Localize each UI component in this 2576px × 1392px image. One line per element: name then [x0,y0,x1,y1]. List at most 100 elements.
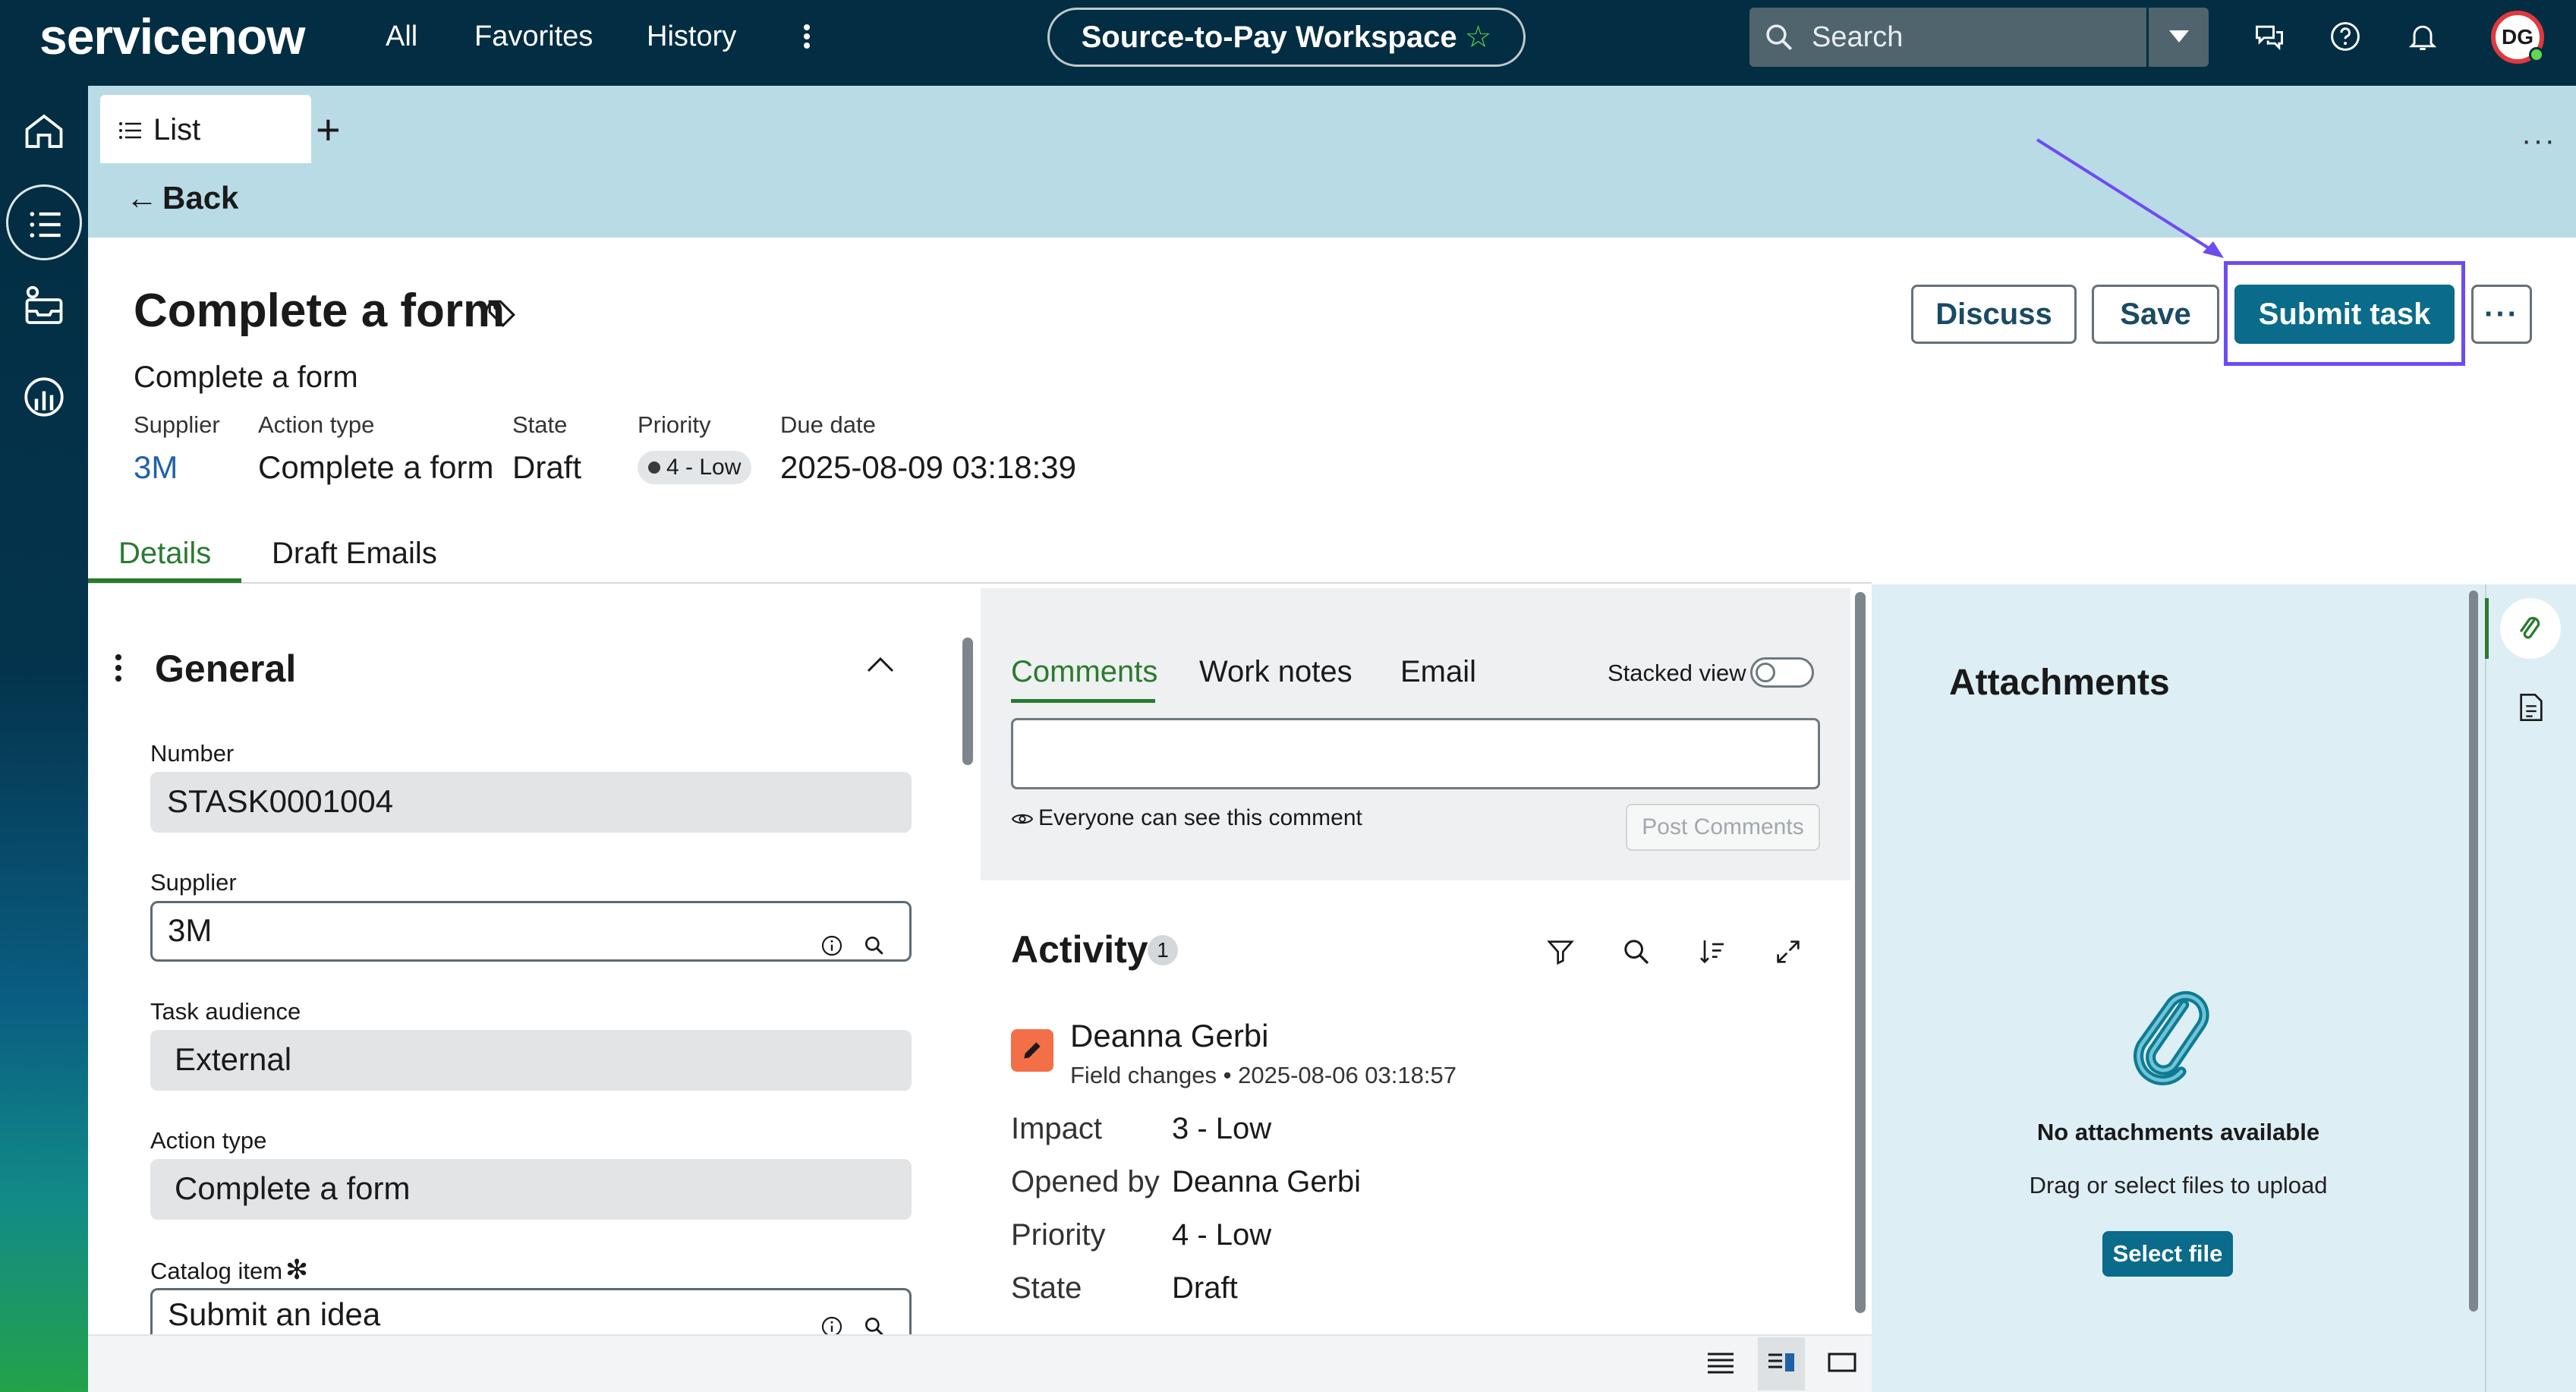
global-search[interactable]: Search [1749,8,2209,67]
tab-work-notes[interactable]: Work notes [1199,653,1353,691]
nav-all[interactable]: All [386,18,417,55]
top-bar: servicenow All Favorites History Source-… [0,0,2576,86]
info-icon[interactable] [820,934,844,958]
tab-comments[interactable]: Comments [1011,653,1157,691]
tab-email[interactable]: Email [1400,653,1476,691]
drag-hint-text: Drag or select files to upload [2029,1172,2328,1198]
search-icon[interactable] [1621,937,1652,967]
supplier-link[interactable]: 3M [134,448,220,487]
catalog-item-value: Submit an idea [168,1296,381,1332]
select-file-button[interactable]: Select file [2102,1231,2233,1277]
add-tab-icon[interactable]: + [316,109,341,151]
list-view-icon[interactable] [1706,1351,1735,1374]
nav-favorites[interactable]: Favorites [474,18,593,55]
tab-list[interactable]: List [100,95,311,163]
form-scrollbar[interactable] [962,638,973,765]
star-icon[interactable]: ☆ [1465,20,1492,54]
split-view-icon[interactable] [1767,1351,1796,1374]
meta-supplier: Supplier 3M [134,410,220,487]
post-comments-button[interactable]: Post Comments [1626,804,1820,851]
nav-history[interactable]: History [647,18,736,55]
tag-icon[interactable] [486,298,518,329]
action-type-field[interactable]: Complete a form [150,1159,912,1220]
list-icon [30,212,61,238]
search-placeholder: Search [1812,21,1904,53]
sort-icon[interactable] [1697,937,1727,967]
workspace-switcher[interactable]: Source-to-Pay Workspace ☆ [1047,8,1526,67]
supplier-field[interactable]: 3M [150,901,912,962]
meta-state: State Draft [512,410,581,487]
activity-count-badge: 1 [1148,935,1178,965]
filter-icon[interactable] [1545,937,1576,967]
arrow-left-icon: ← [126,180,158,216]
more-options-icon[interactable]: ··· [2521,124,2556,158]
tab-divider [88,582,1872,584]
change-field: Impact [1011,1112,1103,1145]
priority-value: 4 - Low [666,455,742,480]
tab-details[interactable]: Details [118,534,211,572]
more-nav-icon[interactable] [797,21,817,52]
workspace-name: Source-to-Pay Workspace [1081,20,1457,54]
submit-highlight-box [2224,261,2465,366]
action-type-value: Complete a form [175,1170,411,1206]
list-icon [119,122,141,139]
chevron-up-icon[interactable] [865,654,896,674]
supplier-value: 3M [168,912,213,948]
active-tab-indicator [88,578,241,583]
help-icon[interactable] [2329,20,2362,53]
change-value: 4 - Low [1172,1218,1272,1252]
meta-due-date: Due date 2025-08-09 03:18:39 [780,410,1076,487]
activity-scrollbar[interactable] [1855,592,1866,1313]
meta-value: 2025-08-09 03:18:39 [780,449,1076,485]
side-active-indicator [2485,598,2489,659]
meta-label: Supplier [134,411,220,438]
no-attachments-text: No attachments available [2036,1119,2320,1145]
chat-icon[interactable] [2253,20,2286,53]
caret-down-icon [2169,30,2189,43]
tab-draft-emails[interactable]: Draft Emails [272,534,437,572]
single-view-icon[interactable] [1828,1351,1856,1374]
stacked-view-toggle[interactable] [1750,657,1814,688]
search-icon[interactable] [862,934,886,958]
eye-icon [1011,814,1034,824]
activity-avatar [1011,1029,1053,1072]
required-icon: ✻ [285,1254,309,1285]
bell-icon[interactable] [2406,20,2439,53]
discuss-button[interactable]: Discuss [1911,285,2077,344]
catalog-item-field[interactable]: Submit an idea [150,1288,912,1337]
field-label-action-type: Action type [150,1127,267,1154]
analytics-icon[interactable] [21,374,67,420]
task-audience-field[interactable]: External [150,1030,912,1091]
stacked-view-label: Stacked view [1608,660,1746,686]
meta-label: State [512,411,568,438]
change-value: Deanna Gerbi [1172,1165,1362,1198]
annotation-arrow [2036,138,2224,258]
task-audience-value: External [175,1041,292,1077]
paperclip-icon [2520,616,2540,639]
attachments-scrollbar[interactable] [2469,590,2478,1312]
left-rail [0,86,88,1392]
number-field: STASK0001004 [150,772,912,833]
back-button[interactable]: ← Back [126,178,238,218]
search-scope-dropdown[interactable] [2146,8,2209,67]
list-nav-button[interactable] [6,184,82,260]
comment-input[interactable] [1011,718,1820,789]
attachments-side-button[interactable] [2500,598,2561,659]
visibility-text: Everyone can see this comment [1038,805,1362,830]
save-button[interactable]: Save [2092,285,2219,344]
inbox-icon[interactable] [21,285,67,330]
attachments-title: Attachments [1949,663,2170,703]
meta-label: Action type [258,411,375,438]
servicenow-logo[interactable]: servicenow [39,6,306,67]
visibility-note: Everyone can see this comment [1011,804,1362,833]
presence-dot [2529,47,2544,62]
meta-value: Draft [512,449,582,485]
back-label: Back [162,180,239,216]
home-icon[interactable] [21,109,67,154]
expand-icon[interactable] [1773,937,1803,967]
user-avatar[interactable]: DG [2491,11,2544,64]
layout-toolbar [88,1334,1872,1392]
more-actions-button[interactable]: ··· [2471,285,2532,344]
section-menu-icon[interactable] [115,654,123,686]
document-icon[interactable] [2518,692,2544,723]
